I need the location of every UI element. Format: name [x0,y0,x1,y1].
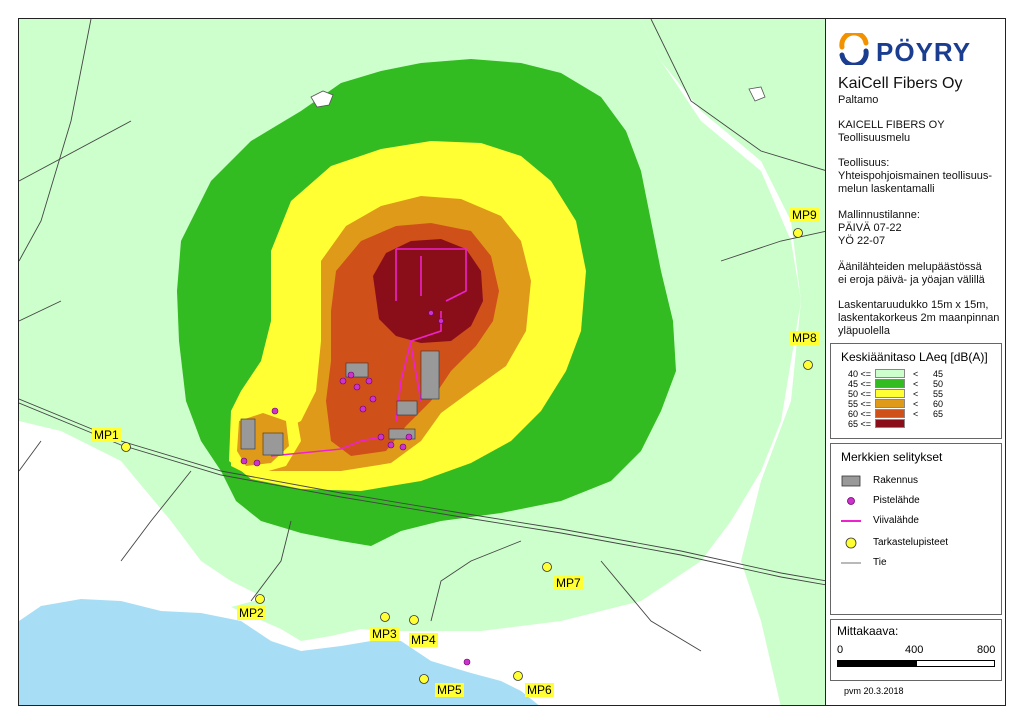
map-canvas [19,19,825,705]
legend-lt: < [913,389,919,399]
project-line-1: KAICELL FIBERS OY [838,119,945,131]
legend-swatch [875,369,905,378]
legend-high: 50 [933,379,944,389]
legend-swatch [875,419,905,428]
symbol-label: Rakennus [873,475,919,486]
note-1-line-2: ei eroja päivä- ja yöajan välillä [838,274,985,286]
company-logo: PÖYRY [838,33,998,67]
symbol-label: Pistelähde [873,495,920,506]
legend-lt: < [913,369,919,379]
note-1-line-1: Äänilähteiden melupäästössä [838,261,982,273]
legend-swatch [875,379,905,388]
scenario-line-2: PÄIVÄ 07-22 [838,222,902,234]
note-2-line-1: Laskentaruudukko 15m x 15m, [838,299,989,311]
scale-bar-filled [838,661,917,666]
note-2-line-2: laskentakorkeus 2m maanpinnan [838,312,1000,324]
scale-title: Mittakaava: [837,624,899,638]
noise-map: MP1 MP2 MP3 MP4 MP5 MP6 MP7 MP8 MP9 [18,18,826,706]
legend-low: 60 <= [847,409,871,419]
scale-label-400: 400 [905,644,924,656]
note-2-line-3: yläpuolella [838,325,890,337]
mp9-label: MP9 [790,208,819,222]
symbol-legend: Merkkien selitykset Rakennus Pistelähde … [830,443,1002,615]
noise-legend: Keskiäänitaso LAeq [dB(A)] 40 <= < 45 45… [830,343,1002,439]
company-name: KaiCell Fibers Oy [838,75,963,92]
noise-legend-title: Keskiäänitaso LAeq [dB(A)] [841,350,988,364]
road-icon [841,562,861,564]
legend-low: 50 <= [847,389,871,399]
legend-lt: < [913,379,919,389]
scale-label-800: 800 [977,644,996,656]
legend-low: 65 <= [847,419,871,429]
legend-swatch [875,389,905,398]
symbol-label: Tarkastelupisteet [873,537,949,548]
receiver-point-icon [845,537,857,549]
date-label: pvm 20.3.2018 [844,686,904,696]
model-line-1: Teollisuus: [838,157,890,169]
line-source-icon [841,520,861,522]
legend-swatch [875,409,905,418]
mp7-label: MP7 [554,576,583,590]
scenario-line-1: Mallinnustilanne: [838,209,920,221]
legend-high: 65 [933,409,944,419]
scale-label-0: 0 [837,644,844,656]
legend-low: 55 <= [847,399,871,409]
legend-swatch [875,399,905,408]
scale-box: Mittakaava: 0 400 800 [830,619,1002,681]
mp2-label: MP2 [237,606,266,620]
legend-low: 40 <= [847,369,871,379]
mp4-label: MP4 [409,633,438,647]
scenario-line-3: YÖ 22-07 [838,235,886,247]
logo-text: PÖYRY [876,37,972,67]
symbol-legend-title: Merkkien selitykset [841,450,943,464]
legend-high: 60 [933,399,944,409]
project-line-2: Teollisuusmelu [838,132,911,144]
mp1-label: MP1 [92,428,121,442]
legend-lt: < [913,399,919,409]
legend-high: 55 [933,389,944,399]
symbol-label: Viivalähde [873,515,919,526]
building-icon [841,475,861,487]
model-line-3: melun laskentamalli [838,183,935,195]
noise-map-sheet: MP1 MP2 MP3 MP4 MP5 MP6 MP7 MP8 MP9 PÖYR… [0,0,1024,723]
place-name: Paltamo [838,94,879,106]
scale-bar [837,660,995,667]
legend-lt: < [913,409,919,419]
legend-low: 45 <= [847,379,871,389]
symbol-label: Tie [873,557,887,568]
legend-high: 45 [933,369,944,379]
mp3-label: MP3 [370,627,399,641]
mp8-label: MP8 [790,331,819,345]
poyry-swirl-icon [839,33,869,65]
mp5-label: MP5 [435,683,464,697]
point-source-icon [847,497,855,505]
info-panel: PÖYRY KaiCell Fibers Oy Paltamo KAICELL … [826,18,1006,706]
mp6-label: MP6 [525,683,554,697]
model-line-2: Yhteispohjoismainen teollisuus- [838,170,993,182]
